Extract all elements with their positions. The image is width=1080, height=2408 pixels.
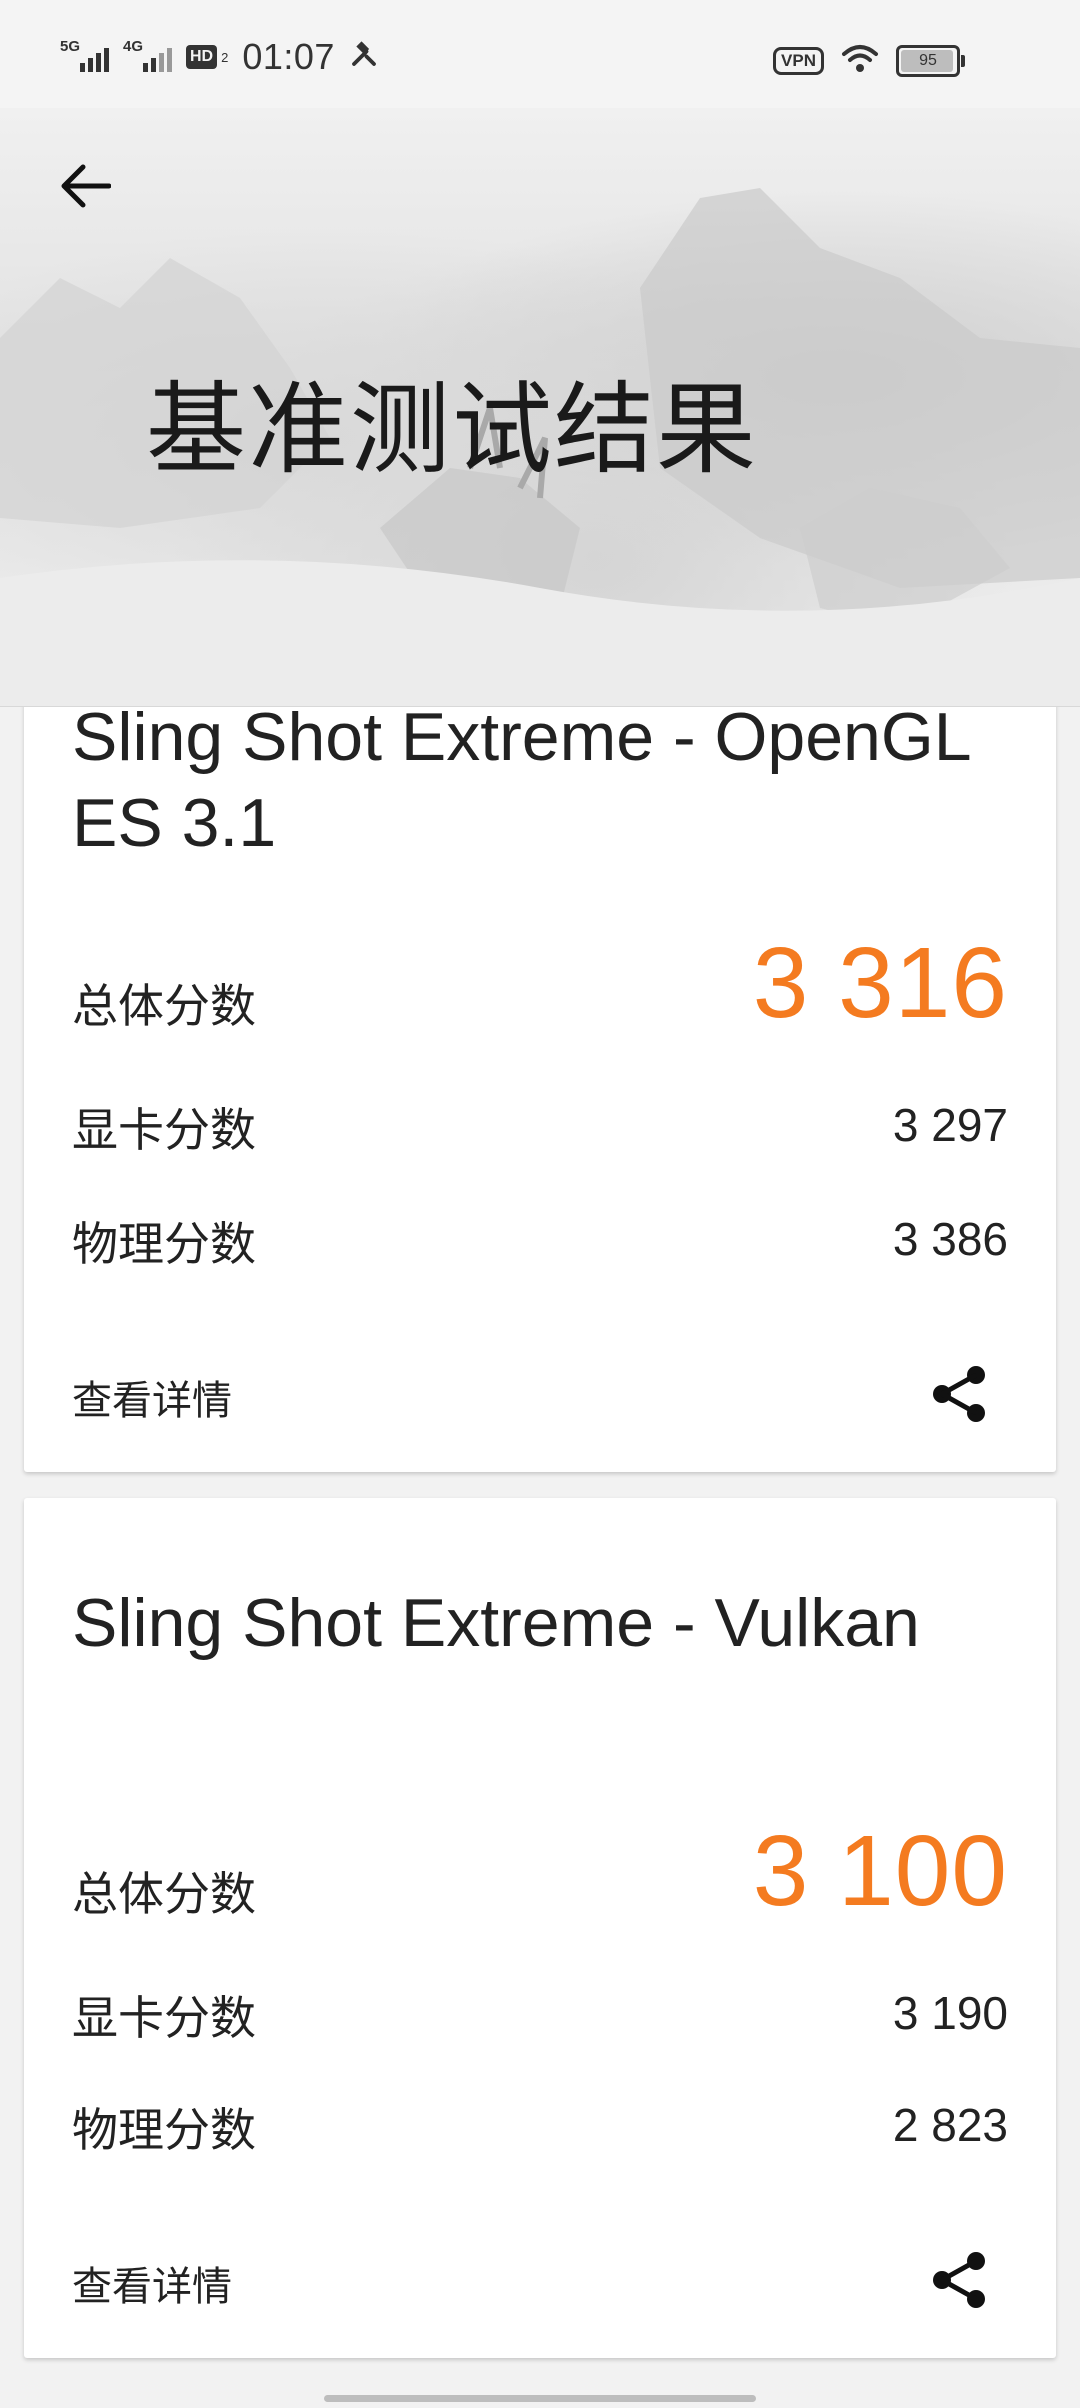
physics-score: 3 386 — [892, 1213, 1008, 1265]
share-button[interactable] — [928, 1362, 992, 1426]
overall-score: 3 100 — [752, 1815, 1008, 1927]
physics-score-label: 物理分数 — [72, 1217, 256, 1271]
graphics-score-label: 显卡分数 — [72, 1103, 256, 1157]
vpn-icon: VPN — [773, 46, 824, 75]
graphics-score-label: 显卡分数 — [72, 1991, 256, 2045]
share-button[interactable] — [928, 2248, 992, 2312]
view-details-link[interactable]: 查看详情 — [72, 2254, 232, 2312]
hd-sub-label: 2 — [221, 49, 229, 65]
signal-5g-icon: 5G — [60, 38, 109, 72]
overall-score-label: 总体分数 — [72, 1867, 256, 1921]
test-title: Sling Shot Extreme - OpenGL ES 3.1 — [72, 699, 970, 861]
gesture-nav-bar[interactable] — [324, 2395, 756, 2402]
wifi-icon — [840, 42, 880, 79]
view-details-link[interactable]: 查看详情 — [72, 1368, 232, 1426]
page-title: 基准测试结果 — [146, 371, 758, 488]
result-card-vulkan: Sling Shot Extreme - Vulkan 总体分数 3 100 显… — [24, 1498, 1056, 2358]
battery-icon: 95 — [896, 44, 965, 77]
hd-voice-icon: HD — [186, 45, 218, 69]
back-button[interactable] — [52, 153, 118, 219]
arrow-left-icon — [61, 164, 111, 208]
physics-score-label: 物理分数 — [72, 2103, 256, 2157]
result-card-opengl: Sling Shot Extreme - OpenGL ES 3.1 总体分数 … — [24, 640, 1056, 1472]
tools-icon — [349, 39, 379, 76]
clock: 01:07 — [242, 36, 335, 77]
overall-score: 3 316 — [752, 927, 1008, 1039]
share-icon — [933, 1366, 985, 1422]
test-title: Sling Shot Extreme - Vulkan — [72, 1585, 920, 1661]
overall-score-label: 总体分数 — [72, 979, 256, 1033]
battery-level: 95 — [919, 51, 937, 69]
physics-score: 2 823 — [892, 2099, 1008, 2151]
header-banner: 基准测试结果 — [0, 108, 1080, 707]
status-bar: 5G 4G HD 2 01:07 VPN 95 — [0, 0, 1080, 108]
signal-4g-icon: 4G — [123, 38, 172, 72]
graphics-score: 3 190 — [892, 1987, 1008, 2039]
share-icon — [933, 2252, 985, 2308]
graphics-score: 3 297 — [892, 1099, 1008, 1151]
